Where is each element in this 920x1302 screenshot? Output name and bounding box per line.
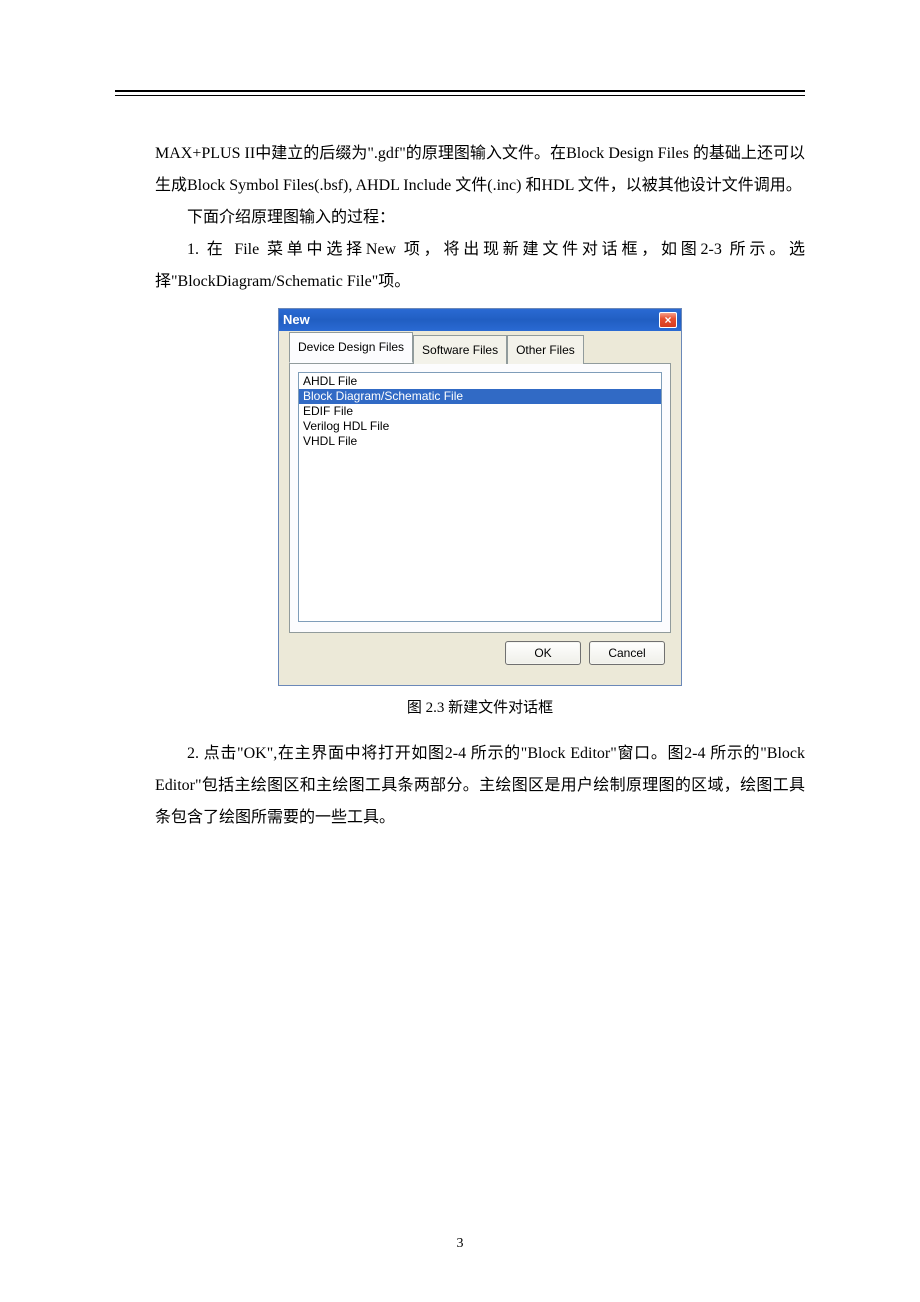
paragraph-4: 2. 点击"OK",在主界面中将打开如图2-4 所示的"Block Editor… [155,738,805,834]
paragraph-2: 下面介绍原理图输入的过程： [155,202,805,234]
list-item[interactable]: VHDL File [299,434,661,449]
list-item-selected[interactable]: Block Diagram/Schematic File [299,389,661,404]
list-item[interactable]: Verilog HDL File [299,419,661,434]
dialog-title: New [283,307,310,333]
tab-panel: AHDL File Block Diagram/Schematic File E… [289,363,671,633]
page-number: 3 [0,1236,920,1252]
tab-strip: Device Design Files Software Files Other… [289,341,671,363]
dialog-titlebar: New × [279,309,681,331]
list-item[interactable]: EDIF File [299,404,661,419]
tab-other-files[interactable]: Other Files [507,335,584,364]
document-page: MAX+PLUS II中建立的后缀为".gdf"的原理图输入文件。在Block … [0,0,920,1302]
ok-button[interactable]: OK [505,641,581,665]
paragraph-3: 1. 在 File 菜单中选择New 项，将出现新建文件对话框，如图2-3 所示… [155,234,805,298]
paragraph-1: MAX+PLUS II中建立的后缀为".gdf"的原理图输入文件。在Block … [155,138,805,202]
body-text: MAX+PLUS II中建立的后缀为".gdf"的原理图输入文件。在Block … [150,138,805,834]
new-dialog-window: New × Device Design Files Software Files… [278,308,682,686]
dialog-body: Device Design Files Software Files Other… [279,331,681,685]
dialog-button-row: OK Cancel [289,633,671,675]
file-type-listbox[interactable]: AHDL File Block Diagram/Schematic File E… [298,372,662,622]
figure-caption: 图 2.3 新建文件对话框 [155,696,805,720]
list-item[interactable]: AHDL File [299,374,661,389]
tab-device-design-files[interactable]: Device Design Files [289,332,413,363]
tab-software-files[interactable]: Software Files [413,335,507,364]
close-icon[interactable]: × [659,312,677,328]
cancel-button[interactable]: Cancel [589,641,665,665]
header-rule [115,90,805,92]
figure-new-dialog: New × Device Design Files Software Files… [155,308,805,686]
